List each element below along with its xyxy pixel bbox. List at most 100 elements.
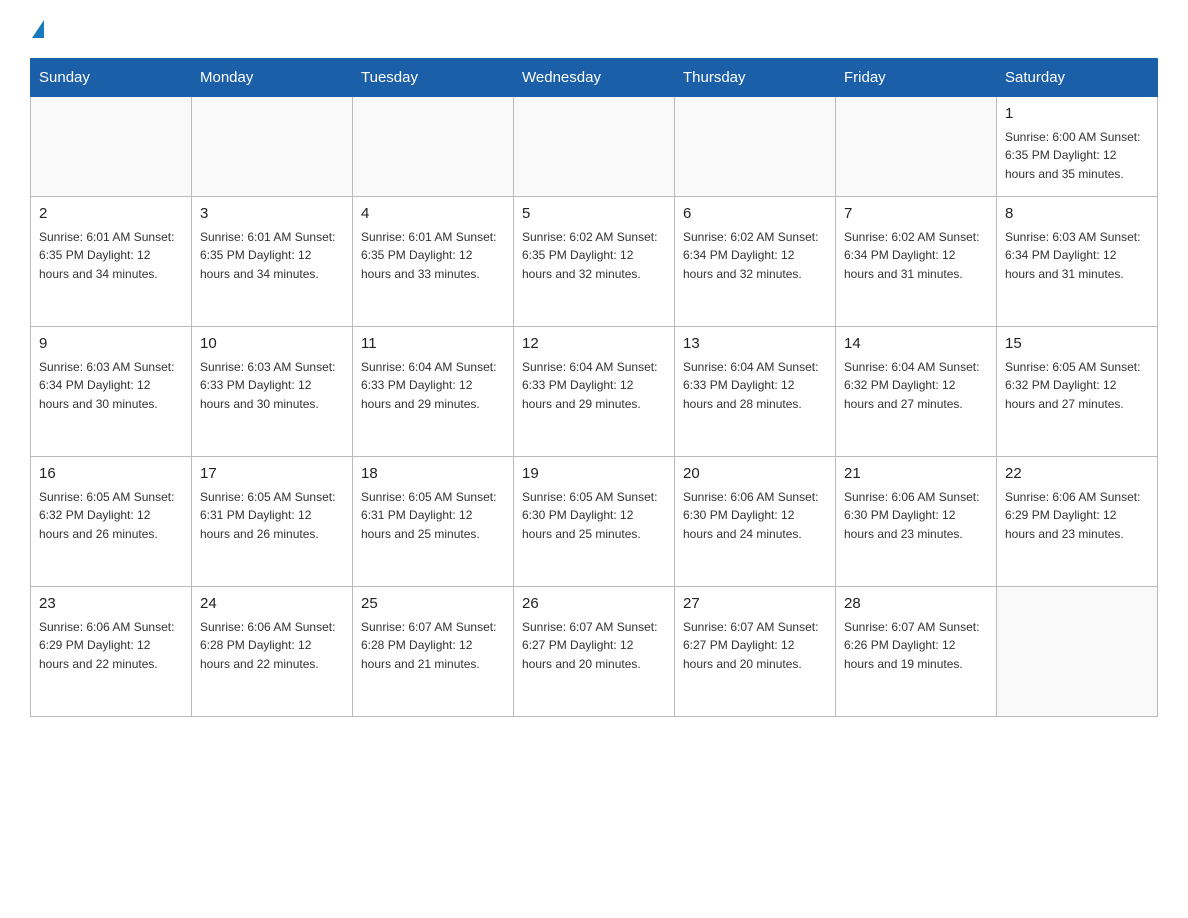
calendar-cell: 18Sunrise: 6:05 AM Sunset: 6:31 PM Dayli…: [353, 457, 514, 587]
calendar-cell: 25Sunrise: 6:07 AM Sunset: 6:28 PM Dayli…: [353, 587, 514, 717]
calendar-cell: 12Sunrise: 6:04 AM Sunset: 6:33 PM Dayli…: [514, 327, 675, 457]
calendar-cell: 1Sunrise: 6:00 AM Sunset: 6:35 PM Daylig…: [997, 97, 1158, 197]
day-header-tuesday: Tuesday: [353, 59, 514, 97]
day-info: Sunrise: 6:03 AM Sunset: 6:33 PM Dayligh…: [200, 358, 344, 414]
calendar-cell: 6Sunrise: 6:02 AM Sunset: 6:34 PM Daylig…: [675, 197, 836, 327]
calendar-cell: 17Sunrise: 6:05 AM Sunset: 6:31 PM Dayli…: [192, 457, 353, 587]
day-info: Sunrise: 6:03 AM Sunset: 6:34 PM Dayligh…: [39, 358, 183, 414]
calendar-header-row: SundayMondayTuesdayWednesdayThursdayFrid…: [31, 59, 1158, 97]
calendar-cell: [353, 97, 514, 197]
day-number: 18: [361, 463, 505, 486]
day-info: Sunrise: 6:02 AM Sunset: 6:35 PM Dayligh…: [522, 228, 666, 284]
day-info: Sunrise: 6:07 AM Sunset: 6:27 PM Dayligh…: [522, 618, 666, 674]
calendar-cell: 23Sunrise: 6:06 AM Sunset: 6:29 PM Dayli…: [31, 587, 192, 717]
calendar-cell: 28Sunrise: 6:07 AM Sunset: 6:26 PM Dayli…: [836, 587, 997, 717]
day-number: 11: [361, 333, 505, 356]
calendar-cell: [997, 587, 1158, 717]
day-info: Sunrise: 6:05 AM Sunset: 6:32 PM Dayligh…: [39, 488, 183, 544]
day-info: Sunrise: 6:01 AM Sunset: 6:35 PM Dayligh…: [361, 228, 505, 284]
day-info: Sunrise: 6:05 AM Sunset: 6:30 PM Dayligh…: [522, 488, 666, 544]
day-info: Sunrise: 6:02 AM Sunset: 6:34 PM Dayligh…: [683, 228, 827, 284]
day-number: 2: [39, 203, 183, 226]
calendar-cell: [675, 97, 836, 197]
calendar-cell: 9Sunrise: 6:03 AM Sunset: 6:34 PM Daylig…: [31, 327, 192, 457]
day-info: Sunrise: 6:06 AM Sunset: 6:28 PM Dayligh…: [200, 618, 344, 674]
calendar-cell: 15Sunrise: 6:05 AM Sunset: 6:32 PM Dayli…: [997, 327, 1158, 457]
day-number: 7: [844, 203, 988, 226]
day-number: 28: [844, 593, 988, 616]
day-number: 23: [39, 593, 183, 616]
logo-triangle-icon: [32, 20, 44, 38]
day-number: 3: [200, 203, 344, 226]
day-number: 6: [683, 203, 827, 226]
day-info: Sunrise: 6:07 AM Sunset: 6:27 PM Dayligh…: [683, 618, 827, 674]
calendar-cell: 21Sunrise: 6:06 AM Sunset: 6:30 PM Dayli…: [836, 457, 997, 587]
day-number: 27: [683, 593, 827, 616]
calendar-cell: 27Sunrise: 6:07 AM Sunset: 6:27 PM Dayli…: [675, 587, 836, 717]
day-number: 4: [361, 203, 505, 226]
day-number: 9: [39, 333, 183, 356]
calendar-cell: 14Sunrise: 6:04 AM Sunset: 6:32 PM Dayli…: [836, 327, 997, 457]
calendar-cell: 19Sunrise: 6:05 AM Sunset: 6:30 PM Dayli…: [514, 457, 675, 587]
calendar-cell: 16Sunrise: 6:05 AM Sunset: 6:32 PM Dayli…: [31, 457, 192, 587]
day-info: Sunrise: 6:01 AM Sunset: 6:35 PM Dayligh…: [39, 228, 183, 284]
day-info: Sunrise: 6:07 AM Sunset: 6:26 PM Dayligh…: [844, 618, 988, 674]
day-number: 26: [522, 593, 666, 616]
day-info: Sunrise: 6:05 AM Sunset: 6:32 PM Dayligh…: [1005, 358, 1149, 414]
calendar-cell: 13Sunrise: 6:04 AM Sunset: 6:33 PM Dayli…: [675, 327, 836, 457]
day-info: Sunrise: 6:05 AM Sunset: 6:31 PM Dayligh…: [200, 488, 344, 544]
calendar-cell: 24Sunrise: 6:06 AM Sunset: 6:28 PM Dayli…: [192, 587, 353, 717]
calendar-cell: 20Sunrise: 6:06 AM Sunset: 6:30 PM Dayli…: [675, 457, 836, 587]
day-header-saturday: Saturday: [997, 59, 1158, 97]
calendar-cell: 3Sunrise: 6:01 AM Sunset: 6:35 PM Daylig…: [192, 197, 353, 327]
day-header-wednesday: Wednesday: [514, 59, 675, 97]
page-header: [30, 20, 1158, 38]
day-number: 25: [361, 593, 505, 616]
logo: [30, 20, 46, 38]
calendar-cell: 22Sunrise: 6:06 AM Sunset: 6:29 PM Dayli…: [997, 457, 1158, 587]
day-info: Sunrise: 6:06 AM Sunset: 6:30 PM Dayligh…: [844, 488, 988, 544]
calendar-cell: 5Sunrise: 6:02 AM Sunset: 6:35 PM Daylig…: [514, 197, 675, 327]
calendar-cell: [514, 97, 675, 197]
day-number: 10: [200, 333, 344, 356]
day-number: 22: [1005, 463, 1149, 486]
calendar-week-4: 23Sunrise: 6:06 AM Sunset: 6:29 PM Dayli…: [31, 587, 1158, 717]
day-number: 21: [844, 463, 988, 486]
day-info: Sunrise: 6:02 AM Sunset: 6:34 PM Dayligh…: [844, 228, 988, 284]
day-number: 1: [1005, 103, 1149, 126]
day-header-thursday: Thursday: [675, 59, 836, 97]
calendar-cell: 8Sunrise: 6:03 AM Sunset: 6:34 PM Daylig…: [997, 197, 1158, 327]
day-header-friday: Friday: [836, 59, 997, 97]
day-info: Sunrise: 6:04 AM Sunset: 6:33 PM Dayligh…: [361, 358, 505, 414]
day-number: 5: [522, 203, 666, 226]
day-info: Sunrise: 6:04 AM Sunset: 6:33 PM Dayligh…: [522, 358, 666, 414]
day-info: Sunrise: 6:05 AM Sunset: 6:31 PM Dayligh…: [361, 488, 505, 544]
day-info: Sunrise: 6:00 AM Sunset: 6:35 PM Dayligh…: [1005, 128, 1149, 184]
calendar-cell: [31, 97, 192, 197]
day-info: Sunrise: 6:01 AM Sunset: 6:35 PM Dayligh…: [200, 228, 344, 284]
day-info: Sunrise: 6:04 AM Sunset: 6:33 PM Dayligh…: [683, 358, 827, 414]
calendar-week-2: 9Sunrise: 6:03 AM Sunset: 6:34 PM Daylig…: [31, 327, 1158, 457]
day-number: 14: [844, 333, 988, 356]
calendar-cell: [836, 97, 997, 197]
day-number: 13: [683, 333, 827, 356]
day-number: 19: [522, 463, 666, 486]
calendar-cell: 2Sunrise: 6:01 AM Sunset: 6:35 PM Daylig…: [31, 197, 192, 327]
day-header-monday: Monday: [192, 59, 353, 97]
day-info: Sunrise: 6:06 AM Sunset: 6:30 PM Dayligh…: [683, 488, 827, 544]
day-number: 24: [200, 593, 344, 616]
day-number: 15: [1005, 333, 1149, 356]
day-number: 8: [1005, 203, 1149, 226]
day-number: 16: [39, 463, 183, 486]
day-header-sunday: Sunday: [31, 59, 192, 97]
calendar-cell: 10Sunrise: 6:03 AM Sunset: 6:33 PM Dayli…: [192, 327, 353, 457]
day-number: 12: [522, 333, 666, 356]
day-info: Sunrise: 6:06 AM Sunset: 6:29 PM Dayligh…: [39, 618, 183, 674]
day-number: 17: [200, 463, 344, 486]
calendar-cell: 4Sunrise: 6:01 AM Sunset: 6:35 PM Daylig…: [353, 197, 514, 327]
calendar-cell: 7Sunrise: 6:02 AM Sunset: 6:34 PM Daylig…: [836, 197, 997, 327]
calendar-table: SundayMondayTuesdayWednesdayThursdayFrid…: [30, 58, 1158, 717]
calendar-week-3: 16Sunrise: 6:05 AM Sunset: 6:32 PM Dayli…: [31, 457, 1158, 587]
calendar-cell: 11Sunrise: 6:04 AM Sunset: 6:33 PM Dayli…: [353, 327, 514, 457]
day-info: Sunrise: 6:03 AM Sunset: 6:34 PM Dayligh…: [1005, 228, 1149, 284]
